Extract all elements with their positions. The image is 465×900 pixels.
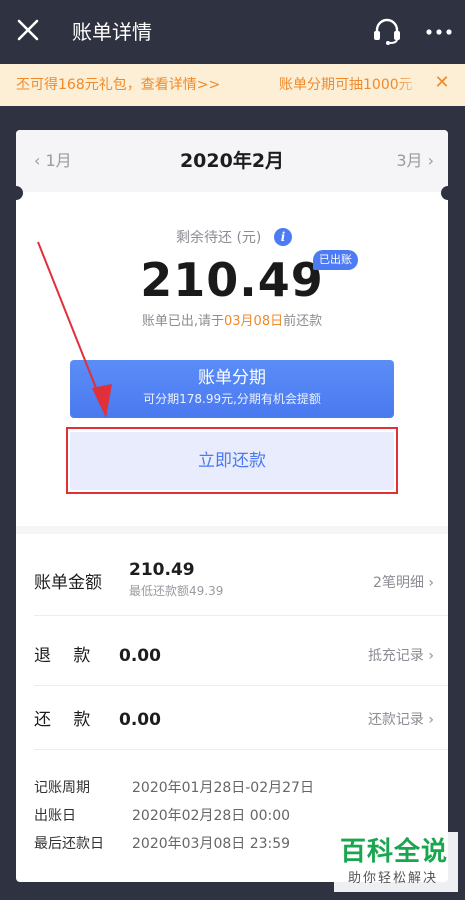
meta-value: 2020年03月08日 23:59 — [132, 836, 291, 852]
headset-icon[interactable] — [372, 17, 402, 45]
watermark-subtitle: 助你轻松解决 — [348, 871, 439, 886]
bill-card: ‹ 1月 2020年2月 3月 › 剩余待还 (元) i 210.49 已出账 … — [9, 130, 455, 882]
due-prefix: 账单已出,请于 — [141, 314, 225, 329]
banner-message-2[interactable]: 账单分期可抽1000元 — [279, 75, 413, 95]
installment-title: 账单分期 — [198, 368, 266, 388]
meta-value: 2020年01月28日-02月27日 — [132, 780, 314, 796]
refund-label: 退 款 — [34, 646, 91, 666]
meta-key: 出账日 — [34, 808, 76, 824]
meta-key: 最后还款日 — [34, 836, 104, 852]
due-date: 03月08日 — [224, 314, 284, 329]
status-badge: 已出账 — [313, 250, 358, 270]
section-divider — [16, 526, 448, 534]
repayment-label: 还 款 — [34, 710, 91, 730]
bill-amount-label: 账单金额 — [34, 573, 102, 593]
bill-amount-row[interactable]: 账单金额 210.49 最低还款额49.39 2笔明细 › — [16, 550, 448, 616]
due-suffix: 前还款 — [283, 314, 323, 329]
month-switcher: ‹ 1月 2020年2月 3月 › — [16, 130, 448, 192]
bill-detail-link[interactable]: 2笔明细 › — [373, 550, 434, 616]
info-icon[interactable]: i — [274, 228, 292, 246]
installment-button[interactable]: 账单分期 可分期178.99元,分期有机会提额 — [70, 360, 394, 418]
banner-message-1[interactable]: 丕可得168元礼包，查看详情>> — [16, 75, 220, 95]
ticket-notch-left — [9, 186, 23, 200]
repayment-value: 0.00 — [119, 710, 161, 730]
statement-date: 出账日 2020年02月28日 00:00 — [34, 806, 290, 826]
refund-row[interactable]: 退 款 0.00 抵充记录 › — [16, 626, 448, 686]
billing-cycle: 记账周期 2020年01月28日-02月27日 — [34, 778, 314, 798]
promo-banner[interactable]: 丕可得168元礼包，查看详情>> 账单分期可抽1000元 ✕ — [0, 64, 465, 106]
watermark: 百科全说 助你轻松解决 — [334, 832, 458, 892]
repayment-record-link[interactable]: 还款记录 › — [368, 690, 434, 750]
annotation-arrow — [37, 241, 112, 418]
remaining-label: 剩余待还 (元) — [176, 230, 262, 246]
next-month-button[interactable]: 3月 › — [396, 150, 434, 172]
row-divider — [34, 749, 448, 750]
banner-close-icon[interactable]: ✕ — [431, 72, 453, 94]
meta-value: 2020年02月28日 00:00 — [132, 808, 291, 824]
page-title: 账单详情 — [72, 20, 152, 44]
refund-record-link[interactable]: 抵充记录 › — [368, 626, 434, 686]
ticket-notch-right — [441, 186, 455, 200]
banner-fade — [395, 64, 425, 106]
row-divider — [34, 615, 448, 616]
final-due-date: 最后还款日 2020年03月08日 23:59 — [34, 834, 290, 854]
repayment-row[interactable]: 还 款 0.00 还款记录 › — [16, 690, 448, 750]
meta-key: 记账周期 — [34, 780, 90, 796]
min-payment: 最低还款额49.39 — [129, 584, 224, 598]
installment-subtitle: 可分期178.99元,分期有机会提额 — [143, 392, 321, 406]
refund-value: 0.00 — [119, 646, 161, 666]
more-icon[interactable] — [424, 22, 454, 42]
watermark-title: 百科全说 — [340, 837, 449, 867]
row-divider — [34, 685, 448, 686]
highlight-box — [66, 427, 398, 494]
bill-amount-value: 210.49 — [129, 560, 195, 580]
title-bar: 账单详情 — [0, 0, 465, 64]
current-month: 2020年2月 — [179, 150, 285, 172]
close-icon[interactable] — [16, 18, 40, 42]
